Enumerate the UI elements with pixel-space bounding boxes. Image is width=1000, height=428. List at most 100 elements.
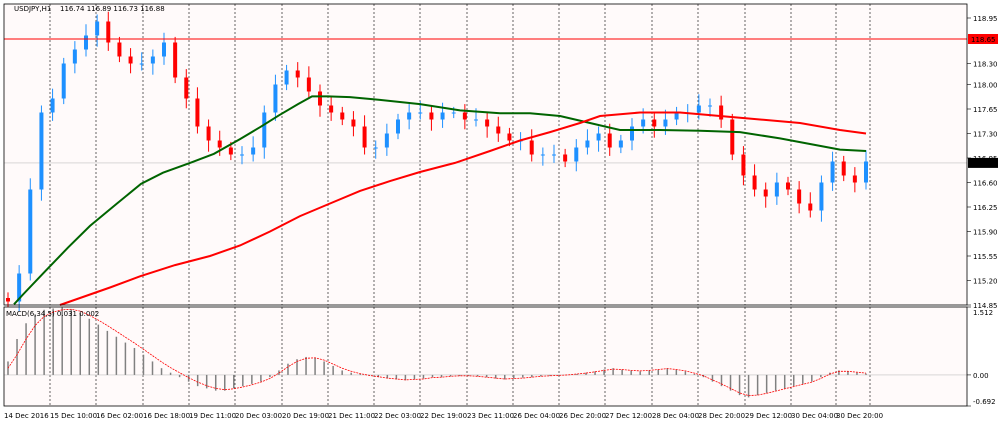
time-axis-label: 19 Dec 11:00: [189, 412, 236, 420]
candle-body: [95, 21, 100, 36]
price-tick-label: 115.90: [973, 229, 998, 237]
candle-body: [162, 42, 166, 57]
candle-body: [362, 126, 367, 148]
candle-body: [117, 42, 122, 57]
candle-body: [696, 105, 701, 113]
macd-tick-label: -0.692: [973, 398, 996, 406]
candle-body: [84, 35, 88, 50]
candle-body: [830, 161, 835, 183]
candle-body: [373, 147, 378, 149]
candle-body: [663, 119, 668, 127]
candle-body: [39, 112, 44, 190]
candle-body: [864, 161, 868, 183]
macd-tick-label: 0.00: [973, 372, 989, 380]
candle-body: [507, 133, 512, 141]
candle-body: [808, 203, 813, 211]
candle-body: [61, 63, 66, 99]
candle-body: [708, 105, 712, 107]
candle-body: [306, 77, 311, 92]
candle-body: [596, 133, 601, 141]
candle-body: [50, 98, 55, 113]
candle-body: [730, 119, 735, 155]
candle-body: [240, 154, 244, 156]
candle-body: [72, 49, 77, 64]
candle-body: [251, 147, 256, 155]
macd-label: MACD(6,34,5) 0.031 0.002: [6, 310, 99, 318]
price-tick-label: 116.25: [973, 204, 998, 212]
time-axis-label: 20 Dec 19:00: [282, 412, 329, 420]
macd-plot-background: [4, 307, 967, 406]
ohlc-label: 116.74 116.89 116.73 116.88: [60, 5, 165, 13]
candle-body: [184, 77, 189, 99]
price-tick-label: 115.55: [973, 253, 998, 261]
candle-body: [485, 119, 490, 127]
candle-body: [228, 147, 233, 155]
candle-body: [396, 119, 400, 134]
candle-body: [774, 182, 779, 197]
candle-body: [418, 112, 423, 114]
candle-body: [173, 42, 178, 78]
time-axis-label: 14 Dec 2016: [4, 412, 49, 420]
candle-body: [295, 70, 300, 78]
candle-body: [852, 175, 857, 183]
time-axis-label: 30 Dec 20:00: [836, 412, 883, 420]
time-axis-label: 22 Dec 19:00: [420, 412, 467, 420]
candle-body: [462, 112, 467, 120]
trading-chart[interactable]: 118.95118.30118.00117.65117.30116.95116.…: [0, 0, 1000, 424]
candle-body: [206, 126, 211, 141]
candle-body: [585, 140, 590, 148]
price-tick-label: 118.00: [973, 82, 998, 90]
candle-body: [451, 112, 456, 114]
candle-body: [474, 119, 478, 121]
time-axis-label: 26 Dec 04:00: [513, 412, 560, 420]
candle-body: [641, 119, 646, 127]
time-axis-label: 22 Dec 03:00: [374, 412, 421, 420]
price-tick-label: 117.30: [973, 131, 998, 139]
candle-body: [329, 105, 334, 113]
candle-body: [786, 182, 790, 190]
candle-body: [139, 63, 144, 65]
time-axis-label: 21 Dec 11:00: [328, 412, 375, 420]
candle-body: [217, 140, 222, 148]
candle-body: [630, 126, 634, 141]
price-tick-label: 118.95: [973, 15, 998, 23]
candle-body: [318, 91, 322, 106]
candle-body: [351, 119, 356, 127]
candle-body: [763, 189, 768, 197]
candle-body: [273, 84, 278, 113]
price-tick-label: 118.30: [973, 61, 998, 69]
candle-body: [618, 140, 623, 148]
candle-body: [284, 70, 289, 85]
time-axis-label: 15 Dec 10:00: [50, 412, 97, 420]
candle-body: [128, 56, 133, 64]
candle-body: [719, 105, 724, 120]
candle-body: [384, 133, 389, 148]
time-axis-label: 28 Dec 04:00: [652, 412, 699, 420]
candle-body: [674, 112, 679, 120]
current-price-label: 116.88: [971, 160, 996, 168]
time-axis-label: 16 Dec 18:00: [143, 412, 190, 420]
candle-body: [563, 154, 568, 162]
time-axis-label: 30 Dec 04:00: [791, 412, 838, 420]
candle-body: [195, 98, 200, 127]
price-tick-label: 117.65: [973, 106, 998, 114]
candle-body: [552, 154, 556, 156]
candle-body: [540, 154, 545, 156]
candle-body: [529, 140, 534, 155]
main-plot-background: [4, 4, 967, 305]
candle-body: [429, 112, 434, 120]
candle-body: [607, 133, 612, 148]
time-axis-label: 27 Dec 12:00: [605, 412, 652, 420]
time-axis-label: 16 Dec 02:00: [96, 412, 143, 420]
chart-svg[interactable]: 118.95118.30118.00117.65117.30116.95116.…: [0, 0, 1000, 424]
macd-tick-label: 1.512: [973, 309, 993, 317]
time-axis-label: 26 Dec 20:00: [559, 412, 606, 420]
candle-body: [28, 189, 33, 274]
time-axis-label: 20 Dec 03:00: [235, 412, 282, 420]
price-tick-label: 116.60: [973, 180, 998, 188]
candle-body: [841, 161, 846, 176]
candle-body: [652, 119, 657, 127]
symbol-label: USDJPY,H1: [14, 5, 51, 13]
candle-body: [440, 112, 445, 120]
candle-body: [574, 147, 579, 162]
